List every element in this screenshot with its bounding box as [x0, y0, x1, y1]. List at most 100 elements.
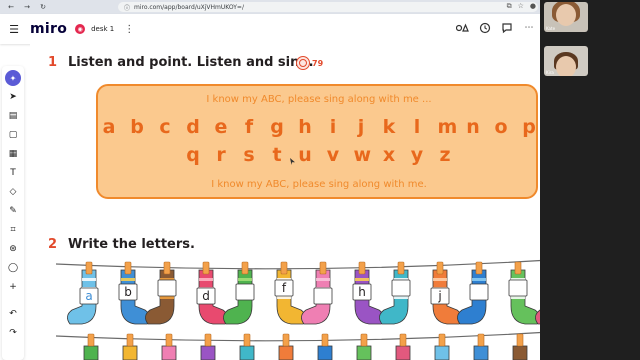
- alphabet-letter-v: v: [326, 144, 340, 166]
- sock-row2-5: [239, 333, 255, 360]
- sock-row2-6: [278, 333, 294, 360]
- clothes-peg: [202, 261, 210, 275]
- sock-washing-line: abdfhjm: [56, 257, 580, 360]
- letter-box[interactable]: [157, 279, 177, 297]
- sock-letter: j: [437, 289, 441, 303]
- crop-icon[interactable]: ⌗: [5, 222, 21, 238]
- alphabet-letter-w: w: [353, 144, 372, 166]
- section-1-title: Listen and point. Listen and sing.: [68, 55, 314, 70]
- sock-8: h: [352, 261, 384, 325]
- clothes-peg: [475, 261, 483, 275]
- clothes-peg: [319, 261, 327, 275]
- alphabet-letter-i: i: [329, 116, 337, 138]
- alphabet-letter-l: l: [413, 116, 421, 138]
- sticky-note-icon[interactable]: ▢: [5, 127, 21, 143]
- undo-icon[interactable]: ↶: [5, 306, 21, 322]
- participant-2-face: [556, 56, 576, 76]
- board-icon: ◉: [75, 24, 86, 34]
- washing-line-2: [56, 329, 580, 342]
- clothes-peg: [436, 261, 444, 275]
- clothes-peg: [280, 261, 288, 275]
- alphabet-letter-k: k: [382, 116, 396, 138]
- alphabet-letter-p: p: [522, 116, 536, 138]
- menu-icon[interactable]: ☰: [4, 23, 24, 36]
- left-toolbar: ✦ ➤ ▤ ▢ ▦ T ◇ ✎ ⌗ ⊛ ◯ + ↶ ↷: [2, 66, 24, 360]
- audio-cd-icon: [296, 56, 310, 70]
- alphabet-letter-f: f: [244, 116, 254, 138]
- letter-box[interactable]: [313, 287, 333, 305]
- sock-row2-8: [356, 333, 372, 360]
- select-icon[interactable]: ➤: [5, 89, 21, 105]
- timer-icon[interactable]: [478, 21, 492, 35]
- alphabet-letter-r: r: [216, 144, 226, 166]
- extensions-icon[interactable]: ⧉: [507, 2, 512, 11]
- pen-icon[interactable]: ✎: [5, 203, 21, 219]
- redo-icon[interactable]: ↷: [5, 325, 21, 341]
- clothes-peg: [241, 261, 249, 275]
- sock-letter: h: [358, 285, 366, 299]
- participant-video-1[interactable]: Kate: [544, 2, 588, 32]
- clothes-peg: [358, 261, 366, 275]
- miro-logo[interactable]: miro: [30, 21, 67, 37]
- sock-row2-7: [317, 333, 333, 360]
- text-icon[interactable]: T: [5, 165, 21, 181]
- sock-row2-9: [395, 333, 411, 360]
- shapes-icon[interactable]: ◇: [5, 184, 21, 200]
- sock-letter: a: [85, 289, 92, 303]
- alphabet-letter-c: c: [159, 116, 171, 138]
- sock-row2-11: [473, 333, 489, 360]
- letter-box[interactable]: [469, 283, 489, 301]
- shapes-icon[interactable]: [456, 21, 470, 35]
- sock-letter: d: [202, 289, 210, 303]
- more-icon[interactable]: ⋯: [522, 21, 536, 35]
- bookmark-icon[interactable]: ☆: [518, 2, 524, 11]
- participant-video-2[interactable]: Kira: [544, 46, 588, 76]
- magic-ai-icon[interactable]: ✦: [5, 70, 21, 86]
- sock-11: [457, 261, 489, 325]
- reload-icon[interactable]: ↻: [38, 3, 48, 11]
- section-2-title: Write the letters.: [68, 237, 195, 252]
- address-bar[interactable]: ⓘ miro.com/app/board/uXjVHmUKOY=/: [118, 2, 538, 12]
- chat-icon[interactable]: [500, 21, 514, 35]
- sock-1: a: [67, 261, 99, 325]
- alphabet-letter-h: h: [298, 116, 312, 138]
- letter-box[interactable]: [391, 279, 411, 297]
- board-name[interactable]: desk 1: [91, 25, 114, 33]
- sock-4: d: [196, 261, 228, 325]
- alphabet-letter-t: t: [272, 144, 282, 166]
- washing-line-1: [56, 257, 580, 270]
- clothes-peg: [124, 261, 132, 275]
- alphabet-letter-u: u: [298, 144, 312, 166]
- sock-12: [508, 261, 540, 325]
- section-1-number: 1: [48, 55, 58, 70]
- clothes-peg: [514, 261, 522, 275]
- track-number: 79: [312, 59, 324, 68]
- mindmap-icon[interactable]: ⊛: [5, 241, 21, 257]
- clothes-peg: [163, 261, 171, 275]
- site-info-icon[interactable]: ⓘ: [124, 3, 130, 12]
- song-bottom-line: I know my ABC, please sing along with me…: [211, 179, 427, 190]
- song-top-line: I know my ABC, please sing along with me…: [206, 94, 432, 105]
- clothes-peg: [397, 261, 405, 275]
- sock-row2-4: [200, 333, 216, 360]
- comment-icon[interactable]: ◯: [5, 260, 21, 276]
- back-icon[interactable]: ←: [6, 3, 16, 11]
- letter-box[interactable]: [235, 283, 255, 301]
- add-icon[interactable]: +: [5, 279, 21, 295]
- board-more-icon[interactable]: ⋮: [124, 24, 134, 35]
- alphabet-letter-b: b: [130, 116, 144, 138]
- sock-10: j: [430, 261, 462, 325]
- forward-icon[interactable]: →: [22, 3, 32, 11]
- alphabet-letter-e: e: [214, 116, 228, 138]
- participant-2-name: Kira: [546, 70, 554, 75]
- sock-letter: b: [124, 285, 132, 299]
- alphabet-letter-q: q: [186, 144, 200, 166]
- alphabet-letter-d: d: [186, 116, 200, 138]
- frame-icon[interactable]: ▦: [5, 146, 21, 162]
- letter-box[interactable]: [508, 279, 528, 297]
- sock-6: f: [274, 261, 306, 325]
- sock-row2-2: [122, 333, 138, 360]
- templates-icon[interactable]: ▤: [5, 108, 21, 124]
- sock-9: [379, 261, 411, 325]
- profile-icon[interactable]: ●: [530, 2, 536, 11]
